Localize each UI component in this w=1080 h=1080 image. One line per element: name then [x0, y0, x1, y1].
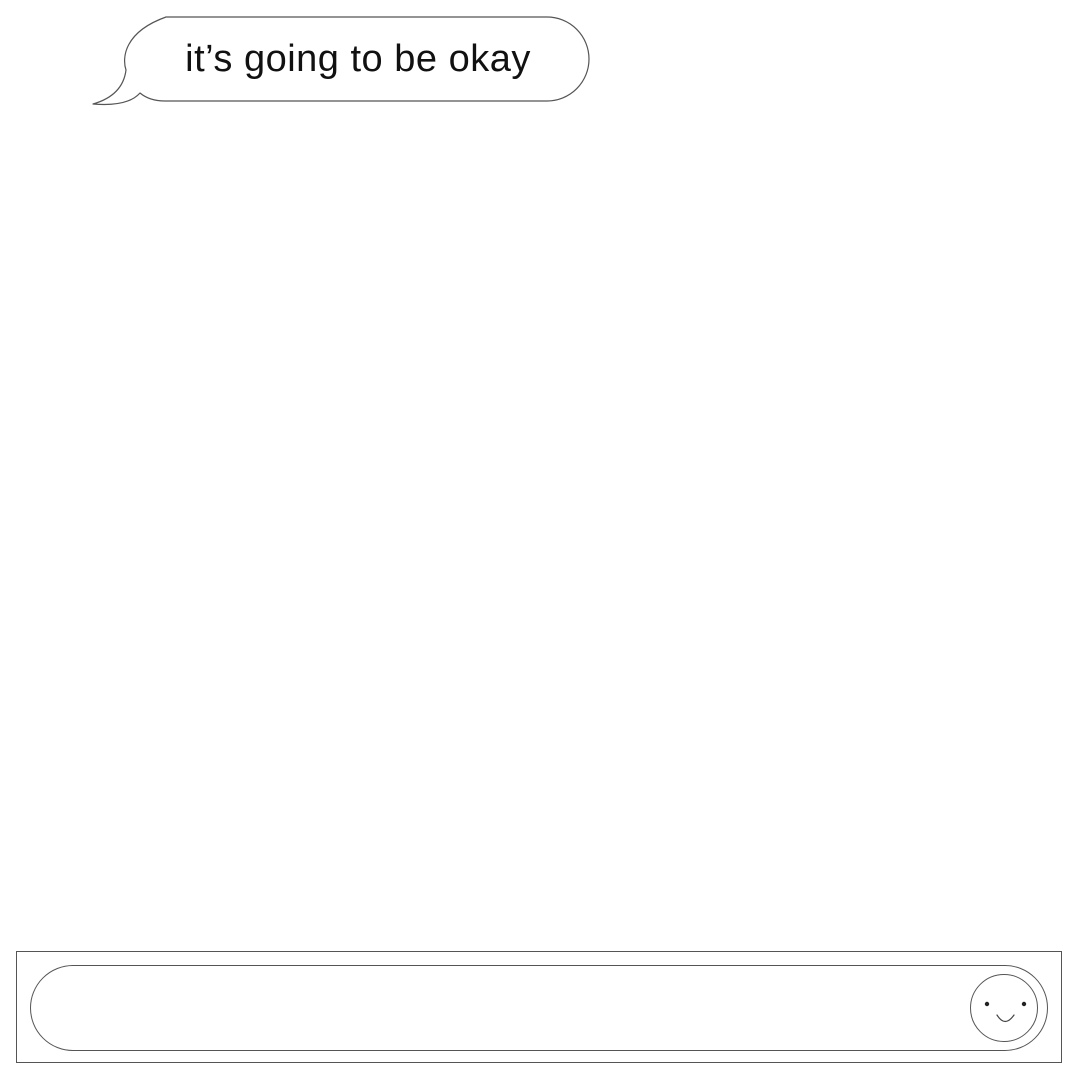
message-input[interactable]	[30, 965, 1048, 1051]
message-bubble-incoming: it’s going to be okay	[92, 16, 594, 108]
message-text: it’s going to be okay	[185, 37, 531, 80]
composer-bar	[16, 951, 1062, 1063]
chat-screen: it’s going to be okay	[0, 0, 1080, 1080]
smiley-face-icon	[984, 1001, 1027, 1023]
emoji-button[interactable]	[970, 974, 1038, 1042]
